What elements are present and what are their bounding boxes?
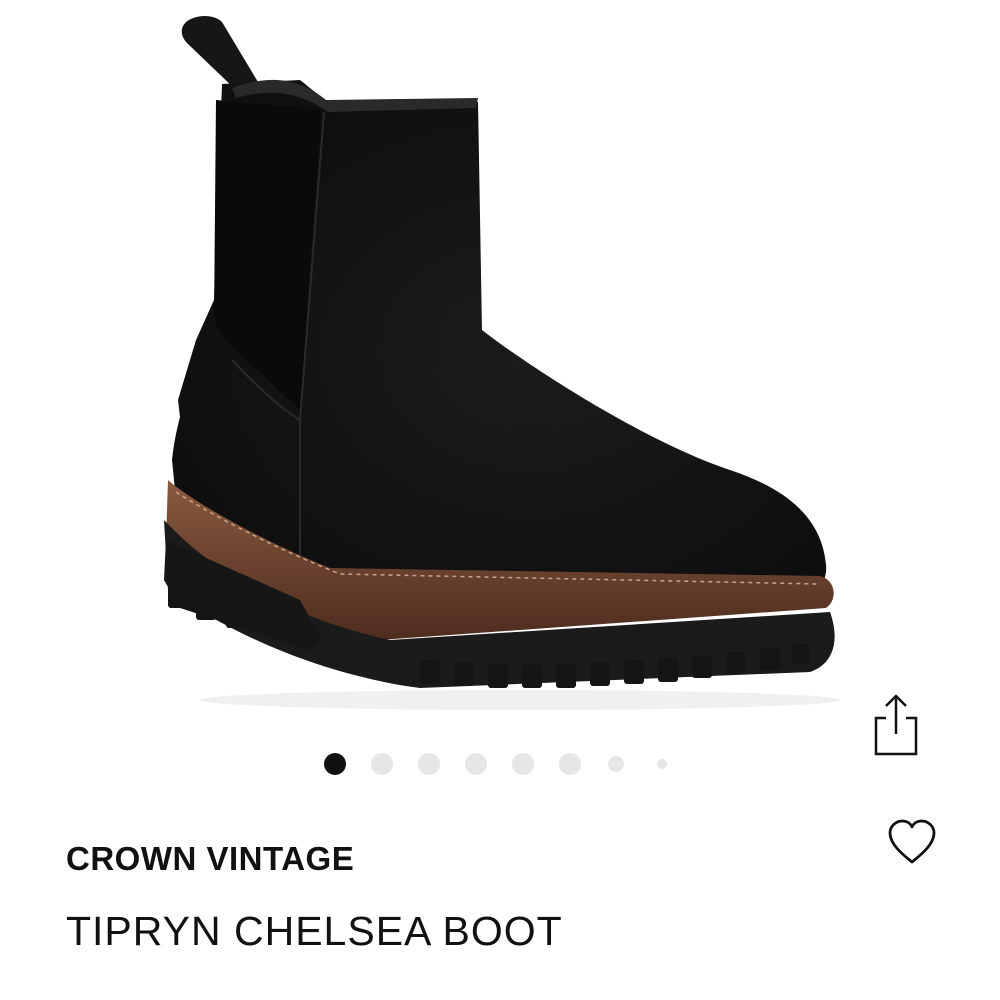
boot-illustration bbox=[164, 16, 840, 710]
carousel-dot[interactable] bbox=[559, 753, 581, 775]
carousel-dot-active[interactable] bbox=[324, 753, 346, 775]
carousel-dot[interactable] bbox=[512, 753, 534, 775]
carousel-pagination bbox=[310, 750, 690, 778]
share-button[interactable] bbox=[868, 690, 924, 762]
share-icon bbox=[874, 694, 918, 756]
product-brand[interactable]: CROWN VINTAGE bbox=[66, 840, 354, 878]
product-image[interactable] bbox=[0, 0, 1000, 740]
carousel-dot[interactable] bbox=[371, 753, 393, 775]
carousel-dot[interactable] bbox=[657, 759, 667, 769]
favorite-button[interactable] bbox=[884, 816, 940, 868]
product-title: TIPRYN CHELSEA BOOT bbox=[66, 908, 563, 954]
product-detail-page: CROWN VINTAGE TIPRYN CHELSEA BOOT bbox=[0, 0, 1000, 1000]
pull-tab bbox=[181, 16, 258, 90]
carousel-dot[interactable] bbox=[608, 756, 624, 772]
carousel-dot[interactable] bbox=[418, 753, 440, 775]
heart-icon bbox=[888, 819, 936, 864]
carousel-dot[interactable] bbox=[465, 753, 487, 775]
